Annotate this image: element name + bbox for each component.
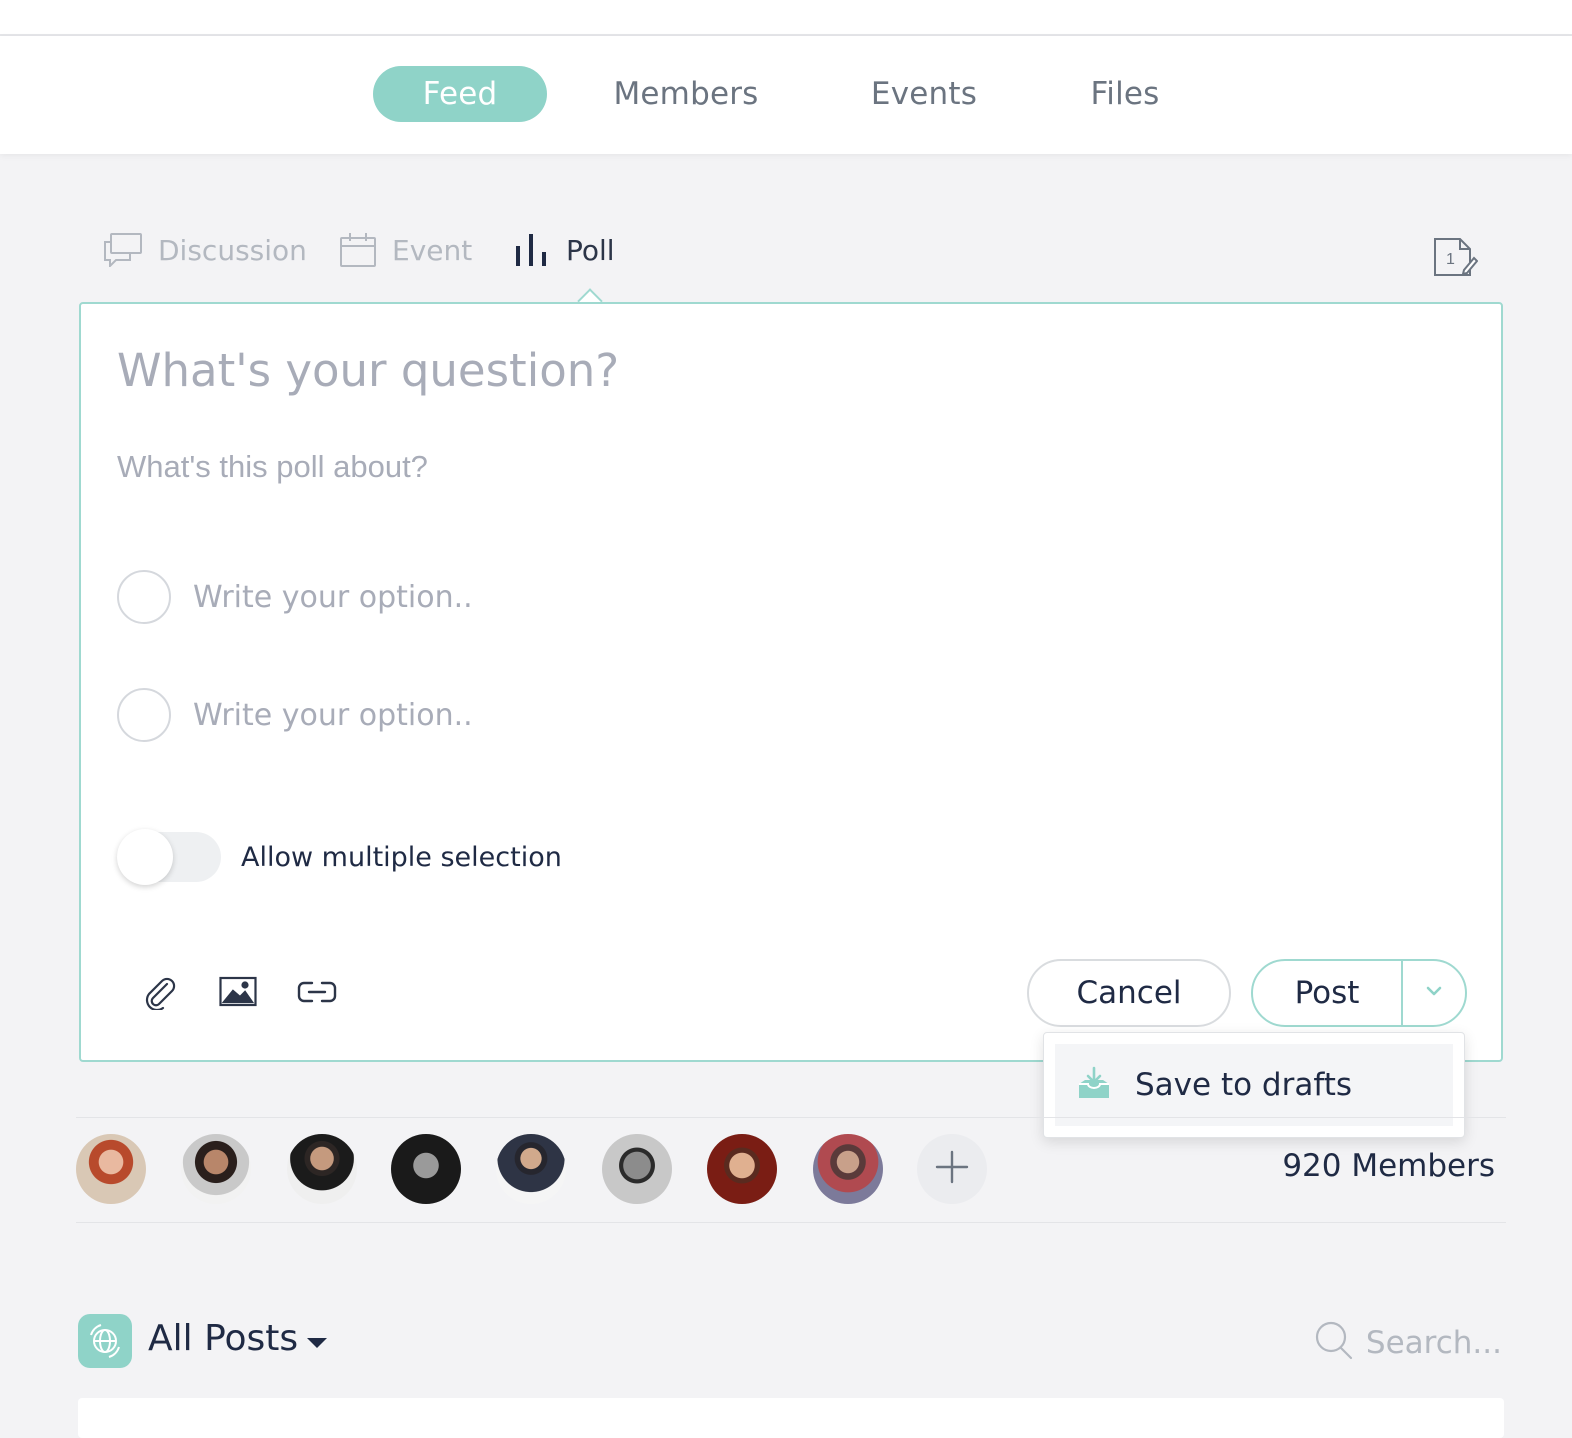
drafts-count: 1: [1446, 251, 1455, 268]
member-avatar[interactable]: [813, 1134, 883, 1204]
member-avatar[interactable]: [287, 1134, 357, 1204]
tab-events[interactable]: Events: [860, 66, 988, 122]
option-input[interactable]: Write your option..: [193, 580, 473, 615]
calendar-icon: [340, 232, 376, 268]
poll-composer: What's your question? What's this poll a…: [79, 302, 1503, 1062]
posts-search[interactable]: Search...: [1314, 1320, 1502, 1365]
description-input[interactable]: What's this poll about?: [117, 449, 428, 485]
group-nav: Feed Members Events Files: [0, 36, 1572, 154]
poll-option-1: Write your option..: [117, 569, 473, 625]
option-radio[interactable]: [117, 570, 171, 624]
tab-files[interactable]: Files: [1080, 66, 1170, 122]
post-type-poll[interactable]: Poll: [514, 225, 615, 275]
tab-feed[interactable]: Feed: [373, 66, 547, 122]
divider: [76, 1222, 1506, 1223]
posts-filter-label: All Posts: [148, 1318, 299, 1359]
post-type-label: Poll: [566, 233, 615, 267]
posts-filter-dropdown[interactable]: All Posts: [148, 1318, 328, 1359]
image-icon[interactable]: [219, 976, 257, 1013]
option-radio[interactable]: [117, 688, 171, 742]
link-icon[interactable]: [297, 980, 337, 1011]
plus-icon: [935, 1150, 969, 1189]
post-options-toggle[interactable]: [1403, 961, 1465, 1025]
multiple-selection-row: Allow multiple selection: [117, 829, 562, 885]
attachment-icon[interactable]: [143, 976, 177, 1015]
post-type-event[interactable]: Event: [340, 225, 472, 275]
multiple-selection-label: Allow multiple selection: [241, 841, 562, 873]
inbox-download-icon: [1077, 1066, 1111, 1105]
top-bar: [0, 0, 1572, 36]
multiple-selection-toggle[interactable]: [117, 829, 221, 885]
member-avatar[interactable]: [391, 1134, 461, 1204]
post-type-discussion[interactable]: Discussion: [104, 225, 307, 275]
chevron-down-icon: [1425, 984, 1443, 1002]
caret-down-icon: [306, 1318, 328, 1359]
save-to-drafts-label: Save to drafts: [1135, 1067, 1353, 1103]
poll-icon: [514, 232, 550, 268]
add-member-button[interactable]: [917, 1134, 987, 1204]
member-avatar[interactable]: [181, 1134, 251, 1204]
drafts-icon[interactable]: 1: [1432, 236, 1479, 283]
cancel-button[interactable]: Cancel: [1027, 959, 1231, 1027]
post-type-label: Event: [392, 233, 473, 267]
member-avatar[interactable]: [496, 1134, 566, 1204]
members-count[interactable]: 920 Members: [1282, 1148, 1495, 1184]
option-input[interactable]: Write your option..: [193, 698, 473, 733]
divider: [76, 1117, 1506, 1118]
toggle-knob: [117, 829, 173, 885]
search-icon: [1314, 1320, 1354, 1365]
discussion-icon: [104, 233, 142, 267]
save-to-drafts-item[interactable]: Save to drafts: [1055, 1044, 1453, 1126]
member-avatar[interactable]: [602, 1134, 672, 1204]
member-avatar[interactable]: [76, 1134, 146, 1204]
post-card: [78, 1398, 1504, 1438]
tab-members[interactable]: Members: [596, 66, 776, 122]
poll-option-2: Write your option..: [117, 687, 473, 743]
globe-icon: [78, 1314, 132, 1368]
search-input[interactable]: Search...: [1366, 1325, 1502, 1361]
post-button-group: Post: [1251, 959, 1467, 1027]
question-input[interactable]: What's your question?: [117, 344, 619, 397]
post-options-menu: Save to drafts: [1043, 1032, 1465, 1138]
post-type-label: Discussion: [158, 233, 307, 267]
member-avatar[interactable]: [707, 1134, 777, 1204]
post-button[interactable]: Post: [1253, 961, 1403, 1025]
